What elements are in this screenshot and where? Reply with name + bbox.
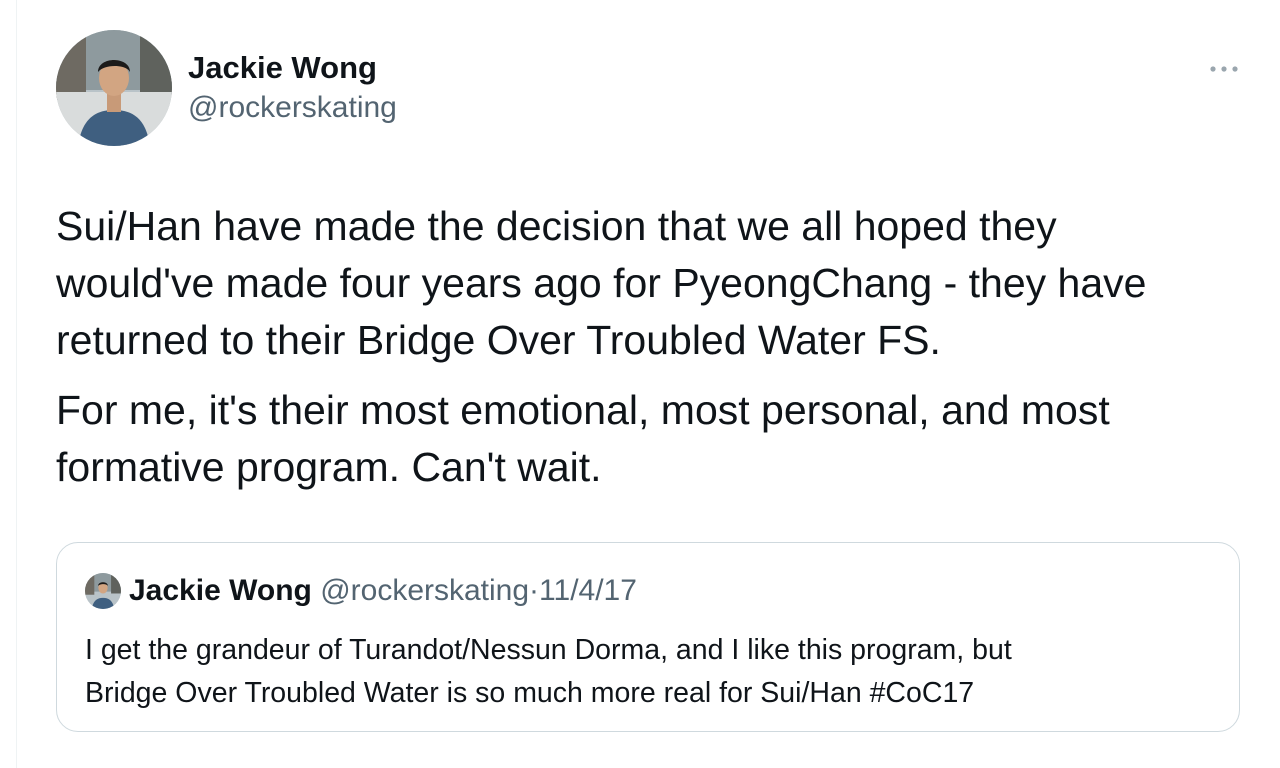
tweet-page: Jackie Wong @rockerskating Sui/Han have … — [0, 0, 1280, 768]
more-options-button[interactable] — [1198, 52, 1250, 86]
quoted-separator: · — [529, 574, 540, 607]
author-name[interactable]: Jackie Wong — [188, 50, 377, 86]
quoted-author-name: Jackie Wong — [129, 574, 312, 607]
quoted-author-avatar — [85, 573, 121, 609]
more-horizontal-icon — [1209, 60, 1239, 78]
timeline-border — [16, 0, 17, 768]
author-handle[interactable]: @rockerskating — [188, 91, 397, 125]
author-avatar[interactable] — [56, 30, 172, 146]
quoted-date: 11/4/17 — [539, 574, 637, 607]
tweet-text: Sui/Han have made the decision that we a… — [56, 198, 1236, 509]
tweet-paragraph: Sui/Han have made the decision that we a… — [56, 203, 1147, 363]
quoted-tweet-card[interactable]: Jackie Wong @rockerskating·11/4/17 I get… — [56, 542, 1240, 732]
quoted-tweet-text: I get the grandeur of Turandot/Nessun Do… — [85, 634, 1012, 709]
tweet-paragraph: For me, it's their most emotional, most … — [56, 387, 1110, 490]
quoted-author-handle: @rockerskating — [320, 574, 530, 607]
quoted-tweet-header: Jackie Wong @rockerskating·11/4/17 — [129, 573, 637, 609]
